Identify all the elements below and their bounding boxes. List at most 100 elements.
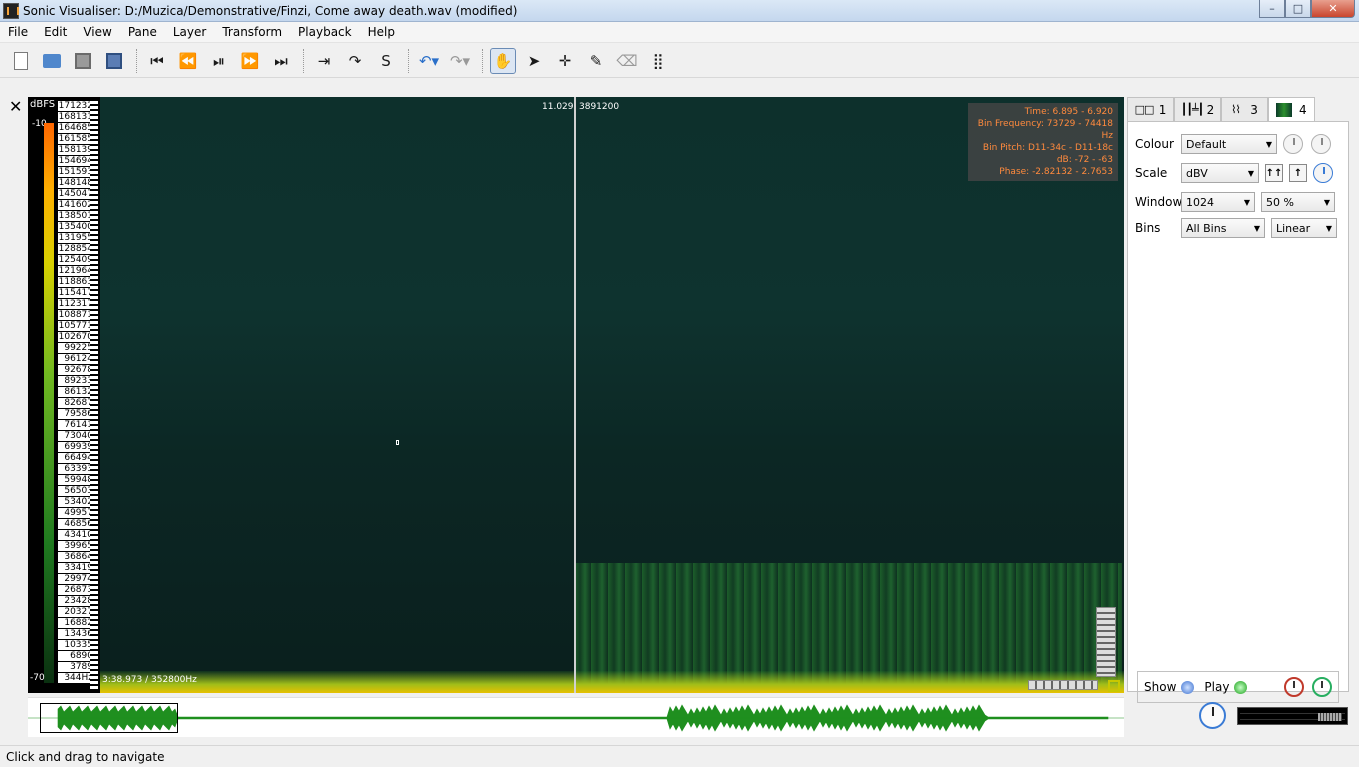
info-bin-pitch: Bin Pitch: D11-34c - D11-18c <box>982 143 1113 153</box>
play-toggle[interactable] <box>1234 680 1248 694</box>
tab-layer-1[interactable]: □□ 1 <box>1127 97 1174 121</box>
fast-forward-end-button[interactable]: ⏭ <box>268 48 294 74</box>
spectrogram-icon <box>1276 103 1293 117</box>
horizontal-zoom-slider[interactable] <box>1028 680 1098 690</box>
scale-value: dBV <box>1186 166 1208 180</box>
vertical-zoom-slider[interactable] <box>1096 607 1116 677</box>
close-pane-icon[interactable]: ✕ <box>9 97 22 116</box>
playback-speed-knob[interactable] <box>1199 702 1226 729</box>
show-toggle[interactable] <box>1181 680 1195 694</box>
info-time: Time: 6.895 - 6.920 <box>1024 107 1113 117</box>
window-overlap-value: 50 % <box>1266 195 1294 209</box>
save-as-button[interactable] <box>101 48 127 74</box>
window-row: Window 1024 ▼ 50 % ▼ <box>1135 192 1341 212</box>
rewind-button[interactable]: ⏪ <box>175 48 201 74</box>
output-level-meter <box>1237 707 1348 725</box>
cursor-frame: 3891200 <box>579 102 620 112</box>
playback-gain-knob[interactable] <box>1284 677 1304 697</box>
gain-knob[interactable] <box>1313 163 1333 183</box>
bins-label: Bins <box>1135 221 1161 235</box>
window-overlap-select[interactable]: 50 % ▼ <box>1261 192 1335 212</box>
menu-view[interactable]: View <box>75 25 119 39</box>
play-pause-button[interactable]: ⏯ <box>206 48 232 74</box>
show-play-controls: Show Play <box>1137 671 1339 703</box>
move-tool-button[interactable]: ✛ <box>552 48 578 74</box>
piano-keyboard-scale <box>90 101 98 689</box>
chevron-down-icon: ▼ <box>1253 223 1260 233</box>
loop-button[interactable]: ↷ <box>342 48 368 74</box>
maximize-button[interactable]: □ <box>1285 0 1311 18</box>
chevron-down-icon: ▼ <box>1243 197 1250 207</box>
property-stack: □□ 1 ┃┃╧┃ 2 ⌇⌇ 3 4 Colour Default ▼ Scale <box>1127 97 1349 703</box>
tab-layer-4-number: 4 <box>1299 103 1307 117</box>
menu-transform[interactable]: Transform <box>214 25 290 39</box>
erase-tool-button[interactable]: ⌫ <box>614 48 640 74</box>
colour-rotation-knob[interactable] <box>1283 134 1303 154</box>
menu-playback[interactable]: Playback <box>290 25 360 39</box>
menu-layer[interactable]: Layer <box>165 25 214 39</box>
menu-help[interactable]: Help <box>360 25 403 39</box>
bins-row: Bins All Bins ▼ Linear ▼ <box>1135 218 1343 238</box>
colour-select[interactable]: Default ▼ <box>1181 134 1277 154</box>
tab-layer-2-number: 2 <box>1206 102 1215 117</box>
spectrogram-pane[interactable]: dBFS -10 -70 171232 168131 164685 161585 158… <box>28 97 1124 693</box>
menu-edit[interactable]: Edit <box>36 25 75 39</box>
normalize-visible-button[interactable]: ↑ <box>1289 164 1307 182</box>
status-bar: Click and drag to navigate <box>0 745 1359 767</box>
overview-viewport-rect[interactable] <box>40 703 178 733</box>
spectrogram-view[interactable]: 11.029 3891200 Time: 6.895 - 6.920 Bin F… <box>100 97 1124 693</box>
window-size-value: 1024 <box>1186 195 1214 209</box>
threshold-knob[interactable] <box>1311 134 1331 154</box>
tab-layer-3[interactable]: ⌇⌇ 3 <box>1221 97 1268 121</box>
measure-tool-button[interactable]: ⣿ <box>645 48 671 74</box>
window-size-select[interactable]: 1024 ▼ <box>1181 192 1255 212</box>
solo-button[interactable]: S <box>373 48 399 74</box>
frequency-scale-value: Linear <box>1276 221 1311 235</box>
undo-button[interactable]: ↶▾ <box>416 48 442 74</box>
toolbar-separator <box>408 48 409 73</box>
chevron-down-icon: ▼ <box>1265 139 1272 149</box>
show-label: Show <box>1144 680 1177 694</box>
close-button[interactable]: ✕ <box>1311 0 1355 18</box>
save-as-icon <box>106 52 122 69</box>
frequency-scale-select[interactable]: Linear ▼ <box>1271 218 1337 238</box>
new-session-button[interactable] <box>8 48 34 74</box>
meter-grip[interactable] <box>1318 713 1342 721</box>
tab-layer-2[interactable]: ┃┃╧┃ 2 <box>1174 97 1221 121</box>
open-button[interactable] <box>39 48 65 74</box>
info-db: dB: -72 - -63 <box>1056 155 1113 165</box>
save-button[interactable] <box>70 48 96 74</box>
app-icon <box>3 2 19 19</box>
colour-label: Colour <box>1135 137 1174 151</box>
info-bin-frequency: Bin Frequency: 73729 - 74418 Hz <box>977 119 1113 141</box>
fast-forward-button[interactable]: ⏩ <box>237 48 263 74</box>
tab-layer-3-number: 3 <box>1250 102 1258 117</box>
scale-select[interactable]: dBV ▼ <box>1181 163 1259 183</box>
draw-tool-button[interactable]: ✎ <box>583 48 609 74</box>
rewind-start-button[interactable]: ⏮ <box>144 48 170 74</box>
minimize-button[interactable]: – <box>1259 0 1285 18</box>
bins-select[interactable]: All Bins ▼ <box>1181 218 1265 238</box>
zoom-reset-button[interactable] <box>1108 680 1120 692</box>
playback-cursor[interactable] <box>574 97 576 693</box>
normalize-columns-button[interactable]: ↑↑ <box>1265 164 1283 182</box>
toolbar: ⏮ ⏪ ⏯ ⏩ ⏭ ⇥ ↷ S ↶▾ ↷▾ ✋ ➤ ✛ ✎ ⌫ ⣿ <box>0 44 1359 78</box>
duration-samplerate: 3:38.973 / 352800Hz <box>102 675 197 685</box>
menu-bar: File Edit View Pane Layer Transform Play… <box>0 22 1359 43</box>
redo-button[interactable]: ↷▾ <box>447 48 473 74</box>
tab-layer-1-number: 1 <box>1158 102 1167 117</box>
playback-pan-knob[interactable] <box>1312 677 1332 697</box>
status-text: Click and drag to navigate <box>6 749 165 764</box>
db-scale-label: dBFS <box>30 99 56 110</box>
tab-layer-4[interactable]: 4 <box>1268 97 1315 122</box>
select-tool-button[interactable]: ➤ <box>521 48 547 74</box>
menu-file[interactable]: File <box>0 25 36 39</box>
time-ruler-icon: ┃┃╧┃ <box>1180 103 1204 116</box>
window-title: Sonic Visualiser: D:/Muzica/Demonstrativ… <box>23 3 518 18</box>
constrain-to-selection-button[interactable]: ⇥ <box>311 48 337 74</box>
menu-pane[interactable]: Pane <box>120 25 165 39</box>
navigate-tool-button[interactable]: ✋ <box>490 47 516 74</box>
overview-panner[interactable] <box>28 697 1124 737</box>
colour-row: Colour Default ▼ <box>1135 134 1339 154</box>
chevron-down-icon: ▼ <box>1323 197 1330 207</box>
